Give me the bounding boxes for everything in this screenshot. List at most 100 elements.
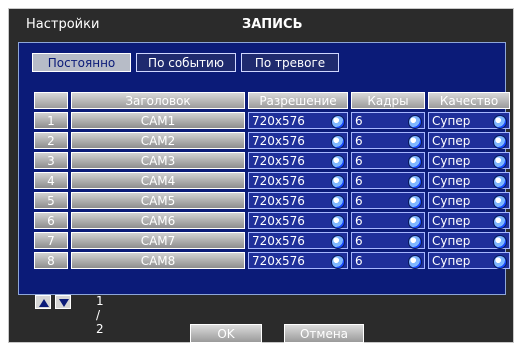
spinner-icon[interactable] — [408, 235, 422, 249]
row-index: 8 — [34, 252, 68, 269]
quality-select[interactable]: Супер — [428, 212, 510, 229]
camera-name-cell: CAM1 — [71, 112, 245, 129]
quality-select[interactable]: Супер — [428, 252, 510, 269]
column-header-frames: Кадры — [351, 92, 425, 109]
spinner-icon[interactable] — [408, 135, 422, 149]
window-title-settings: Настройки — [26, 17, 100, 32]
resolution-value: 720x576 — [252, 174, 305, 188]
resolution-select[interactable]: 720x576 — [248, 252, 348, 269]
quality-select[interactable]: Супер — [428, 172, 510, 189]
camera-name-cell: CAM4 — [71, 172, 245, 189]
row-index: 5 — [34, 192, 68, 209]
resolution-select[interactable]: 720x576 — [248, 112, 348, 129]
spinner-icon[interactable] — [331, 215, 345, 229]
spinner-icon[interactable] — [331, 115, 345, 129]
quality-select[interactable]: Супер — [428, 152, 510, 169]
spinner-icon[interactable] — [493, 135, 507, 149]
resolution-value: 720x576 — [252, 214, 305, 228]
tab-permanent[interactable]: Постоянно — [32, 53, 131, 72]
tab-by-alarm[interactable]: По тревоге — [241, 53, 339, 72]
resolution-select[interactable]: 720x576 — [248, 172, 348, 189]
cancel-button[interactable]: Отмена — [284, 324, 364, 343]
resolution-value: 720x576 — [252, 134, 305, 148]
quality-value: Супер — [432, 134, 471, 148]
column-header-resolution: Разрешение — [248, 92, 348, 109]
spinner-icon[interactable] — [408, 255, 422, 269]
spinner-icon[interactable] — [408, 155, 422, 169]
spinner-icon[interactable] — [331, 255, 345, 269]
column-header-index — [34, 92, 68, 109]
camera-name-cell: CAM6 — [71, 212, 245, 229]
spinner-icon[interactable] — [493, 195, 507, 209]
frames-select[interactable]: 6 — [351, 152, 425, 169]
spinner-icon[interactable] — [331, 195, 345, 209]
spinner-icon[interactable] — [408, 215, 422, 229]
triangle-up-icon — [39, 299, 49, 307]
row-index: 6 — [34, 212, 68, 229]
spinner-icon[interactable] — [408, 195, 422, 209]
resolution-select[interactable]: 720x576 — [248, 132, 348, 149]
resolution-value: 720x576 — [252, 114, 305, 128]
row-index: 1 — [34, 112, 68, 129]
frames-select[interactable]: 6 — [351, 172, 425, 189]
resolution-value: 720x576 — [252, 234, 305, 248]
spinner-icon[interactable] — [493, 235, 507, 249]
ok-button[interactable]: OK — [190, 324, 262, 343]
page-up-button[interactable] — [35, 295, 51, 309]
quality-select[interactable]: Супер — [428, 112, 510, 129]
resolution-value: 720x576 — [252, 194, 305, 208]
quality-value: Супер — [432, 114, 471, 128]
quality-select[interactable]: Супер — [428, 132, 510, 149]
frames-select[interactable]: 6 — [351, 252, 425, 269]
spinner-icon[interactable] — [331, 155, 345, 169]
camera-name-cell: CAM8 — [71, 252, 245, 269]
spinner-icon[interactable] — [408, 175, 422, 189]
frames-value: 6 — [355, 214, 363, 228]
frames-value: 6 — [355, 134, 363, 148]
spinner-icon[interactable] — [331, 235, 345, 249]
row-index: 4 — [34, 172, 68, 189]
spinner-icon[interactable] — [331, 175, 345, 189]
spinner-icon[interactable] — [331, 135, 345, 149]
quality-value: Супер — [432, 234, 471, 248]
quality-value: Супер — [432, 154, 471, 168]
column-header-name: Заголовок — [71, 92, 245, 109]
resolution-select[interactable]: 720x576 — [248, 152, 348, 169]
spinner-icon[interactable] — [493, 255, 507, 269]
frames-select[interactable]: 6 — [351, 132, 425, 149]
frames-value: 6 — [355, 254, 363, 268]
resolution-value: 720x576 — [252, 254, 305, 268]
spinner-icon[interactable] — [493, 155, 507, 169]
quality-value: Супер — [432, 254, 471, 268]
frames-select[interactable]: 6 — [351, 212, 425, 229]
row-index: 3 — [34, 152, 68, 169]
quality-select[interactable]: Супер — [428, 232, 510, 249]
spinner-icon[interactable] — [493, 115, 507, 129]
camera-name-cell: CAM7 — [71, 232, 245, 249]
camera-name-cell: CAM3 — [71, 152, 245, 169]
spinner-icon[interactable] — [493, 175, 507, 189]
spinner-icon[interactable] — [408, 115, 422, 129]
resolution-select[interactable]: 720x576 — [248, 192, 348, 209]
frames-value: 6 — [355, 194, 363, 208]
resolution-value: 720x576 — [252, 154, 305, 168]
camera-name-cell: CAM5 — [71, 192, 245, 209]
window-title-recording: ЗАПИСЬ — [242, 17, 303, 32]
spinner-icon[interactable] — [493, 215, 507, 229]
quality-value: Супер — [432, 194, 471, 208]
tab-by-event[interactable]: По событию — [136, 53, 236, 72]
quality-select[interactable]: Супер — [428, 192, 510, 209]
page-indicator: 1 / 2 — [96, 294, 104, 336]
quality-value: Супер — [432, 214, 471, 228]
frames-select[interactable]: 6 — [351, 112, 425, 129]
page-down-button[interactable] — [55, 295, 71, 309]
frames-value: 6 — [355, 174, 363, 188]
camera-name-cell: CAM2 — [71, 132, 245, 149]
resolution-select[interactable]: 720x576 — [248, 232, 348, 249]
frames-value: 6 — [355, 234, 363, 248]
resolution-select[interactable]: 720x576 — [248, 212, 348, 229]
frames-select[interactable]: 6 — [351, 232, 425, 249]
column-header-quality: Качество — [428, 92, 510, 109]
row-index: 7 — [34, 232, 68, 249]
frames-select[interactable]: 6 — [351, 192, 425, 209]
